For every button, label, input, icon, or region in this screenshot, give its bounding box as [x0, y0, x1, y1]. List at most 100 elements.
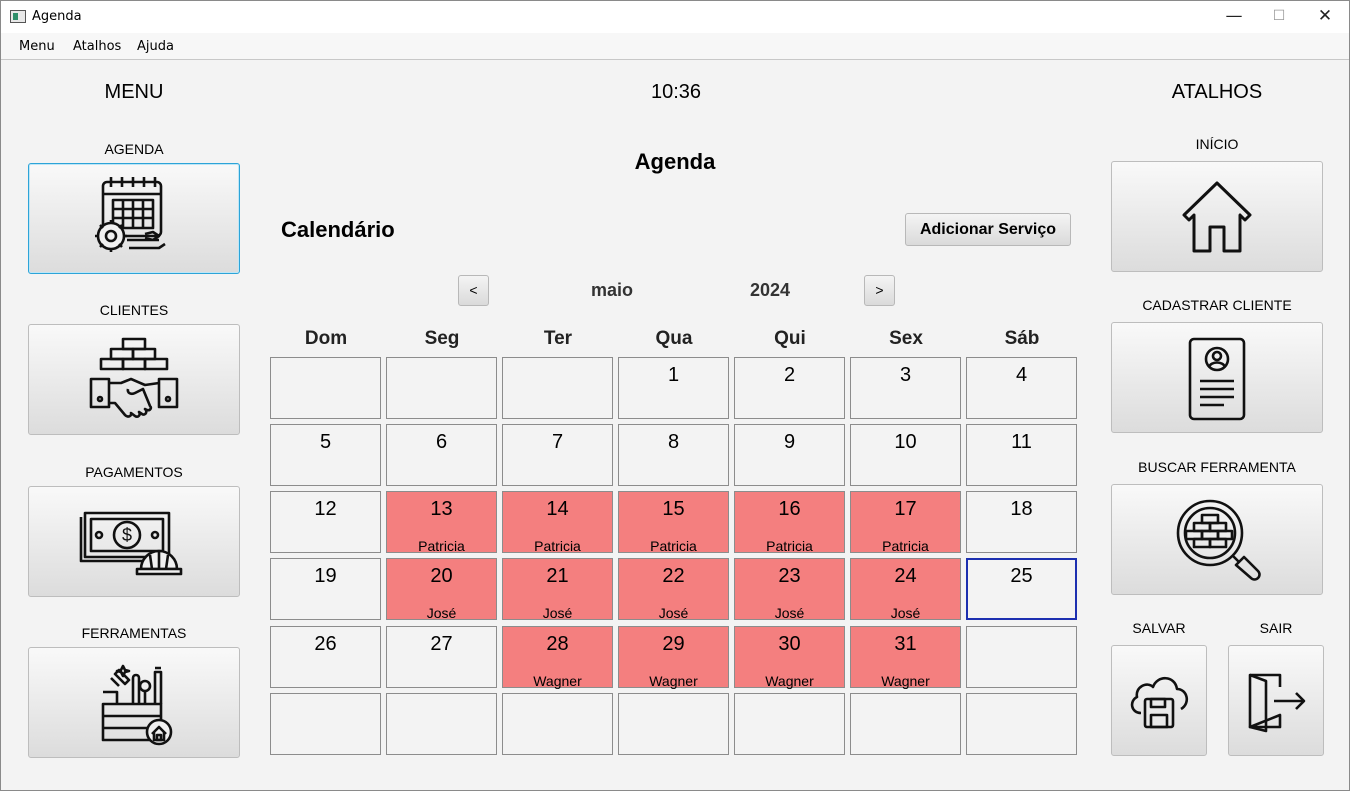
- calendar-empty-cell[interactable]: [966, 693, 1077, 755]
- next-month-button[interactable]: >: [864, 275, 895, 306]
- day-number: 29: [662, 633, 685, 655]
- calendar-day-cell[interactable]: 6: [386, 424, 497, 486]
- calendar-day-cell[interactable]: 2: [734, 357, 845, 419]
- calendar-empty-cell[interactable]: [502, 693, 613, 755]
- toolbox-icon: [89, 658, 179, 748]
- inicio-button[interactable]: [1111, 161, 1323, 272]
- booking-client-name: Wagner: [881, 673, 930, 689]
- calendar-day-cell[interactable]: 23 José: [734, 558, 845, 621]
- calendar-day-cell[interactable]: 29 Wagner: [618, 626, 729, 689]
- calendar-day-cell[interactable]: 9: [734, 424, 845, 486]
- calendar-empty-cell[interactable]: [270, 357, 381, 419]
- weekday-header-cell: Ter: [543, 328, 573, 349]
- booking-client-name: José: [658, 605, 689, 621]
- calendar-day-cell[interactable]: 11: [966, 424, 1077, 486]
- clientes-button[interactable]: [28, 324, 240, 435]
- calendar-day-cell[interactable]: 17 Patricia: [850, 491, 961, 554]
- prev-month-button[interactable]: <: [458, 275, 489, 306]
- day-number: 28: [546, 633, 569, 655]
- calendar-day-cell[interactable]: 21 José: [502, 558, 613, 621]
- home-icon: [1180, 179, 1254, 255]
- page-title: Agenda: [634, 149, 716, 174]
- calendar-day-cell[interactable]: 18: [966, 491, 1077, 553]
- day-number: 14: [546, 498, 569, 520]
- calendar-empty-cell[interactable]: [502, 357, 613, 419]
- agenda-label: AGENDA: [104, 141, 164, 157]
- day-number: 19: [314, 565, 337, 587]
- menu-atalhos[interactable]: Atalhos: [73, 39, 121, 54]
- day-number: 23: [778, 565, 801, 587]
- calendar-day-cell[interactable]: 10: [850, 424, 961, 486]
- calendar-day-cell[interactable]: 8: [618, 424, 729, 486]
- calendar-day-cell[interactable]: 12: [270, 491, 381, 553]
- calendar-day-cell[interactable]: 27: [386, 626, 497, 688]
- calendar-empty-cell[interactable]: [386, 357, 497, 419]
- sair-button[interactable]: [1228, 645, 1324, 756]
- menu-heading: MENU: [104, 81, 164, 103]
- calendar-day-cell[interactable]: 30 Wagner: [734, 626, 845, 689]
- calendar-day-cell[interactable]: 5: [270, 424, 381, 486]
- calendar-day-cell[interactable]: 22 José: [618, 558, 729, 621]
- calendar-day-cell[interactable]: 20 José: [386, 558, 497, 621]
- calendar-day-cell[interactable]: 15 Patricia: [618, 491, 729, 554]
- cadastrar-cliente-label: CADASTRAR CLIENTE: [1142, 297, 1292, 313]
- booking-client-name: Wagner: [765, 673, 814, 689]
- atalhos-heading: ATALHOS: [1171, 81, 1263, 103]
- cloud-save-icon: [1127, 673, 1191, 729]
- calendar-day-cell[interactable]: 4: [966, 357, 1077, 419]
- calendar-empty-cell[interactable]: [270, 693, 381, 755]
- calendar-day-cell[interactable]: 1: [618, 357, 729, 419]
- clientes-label: CLIENTES: [99, 302, 169, 318]
- weekday-header-cell: Qua: [655, 328, 693, 349]
- money-hardhat-icon: $: [79, 507, 189, 577]
- calendar-empty-cell[interactable]: [734, 693, 845, 755]
- pagamentos-label: PAGAMENTOS: [85, 464, 183, 480]
- calendar-day-cell[interactable]: 14 Patricia: [502, 491, 613, 554]
- calendar-day-cell[interactable]: 26: [270, 626, 381, 688]
- search-bricks-icon: [1172, 495, 1262, 585]
- add-service-button[interactable]: Adicionar Serviço: [905, 213, 1071, 246]
- calendar-day-cell[interactable]: 7: [502, 424, 613, 486]
- day-number: 15: [662, 498, 685, 520]
- salvar-button[interactable]: [1111, 645, 1207, 756]
- pagamentos-button[interactable]: $: [28, 486, 240, 597]
- title-bar: Agenda — ☐ ✕: [1, 1, 1349, 33]
- calendar-empty-cell[interactable]: [618, 693, 729, 755]
- calendar-empty-cell[interactable]: [966, 626, 1077, 688]
- sair-label: SAIR: [1259, 620, 1293, 636]
- day-number: 9: [783, 431, 796, 453]
- booking-client-name: Patricia: [534, 538, 581, 554]
- calendar-empty-cell[interactable]: [850, 693, 961, 755]
- ferramentas-button[interactable]: [28, 647, 240, 758]
- day-number: 18: [1010, 498, 1033, 520]
- weekday-header-cell: Qui: [774, 328, 806, 349]
- id-card-icon: [1184, 335, 1250, 421]
- maximize-button[interactable]: ☐: [1256, 1, 1302, 33]
- minimize-button[interactable]: —: [1211, 1, 1257, 33]
- menu-ajuda[interactable]: Ajuda: [137, 39, 174, 54]
- day-number: 12: [314, 498, 337, 520]
- close-button[interactable]: ✕: [1302, 1, 1348, 33]
- calendar-day-cell[interactable]: 16 Patricia: [734, 491, 845, 554]
- calendar-day-cell[interactable]: 13 Patricia: [386, 491, 497, 554]
- cadastrar-cliente-button[interactable]: [1111, 322, 1323, 433]
- menu-menu[interactable]: Menu: [19, 39, 55, 54]
- calendar-empty-cell[interactable]: [386, 693, 497, 755]
- day-number: 5: [319, 431, 332, 453]
- calendar-day-cell[interactable]: 19: [270, 558, 381, 620]
- day-number: 27: [430, 633, 453, 655]
- day-number: 7: [551, 431, 564, 453]
- day-number: 24: [894, 565, 917, 587]
- calendar-day-cell[interactable]: 31 Wagner: [850, 626, 961, 689]
- calendar-day-cell[interactable]: 24 José: [850, 558, 961, 621]
- calendar-day-cell[interactable]: 25: [966, 558, 1077, 620]
- calendar-day-cell[interactable]: 28 Wagner: [502, 626, 613, 689]
- weekday-header-cell: Sáb: [1004, 328, 1040, 349]
- agenda-button[interactable]: [28, 163, 240, 274]
- booking-client-name: José: [542, 605, 573, 621]
- buscar-ferramenta-label: BUSCAR FERRAMENTA: [1138, 459, 1296, 475]
- booking-client-name: José: [890, 605, 921, 621]
- calendar-day-cell[interactable]: 3: [850, 357, 961, 419]
- day-number: 25: [1010, 565, 1033, 587]
- buscar-ferramenta-button[interactable]: [1111, 484, 1323, 595]
